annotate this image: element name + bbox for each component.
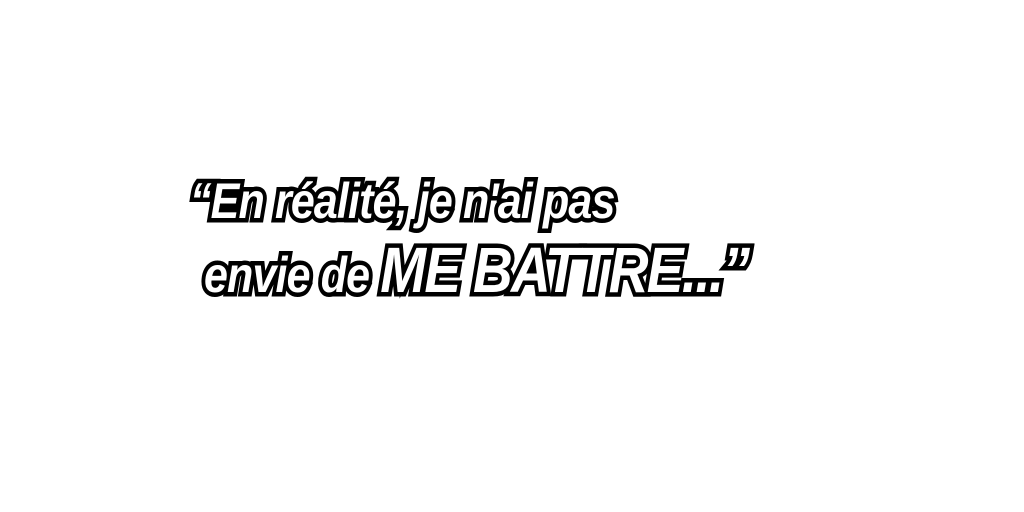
quote-line-2-start: envie de: [200, 246, 381, 305]
quote-line-1: “En réalité, je n'ai pas: [186, 172, 619, 231]
quote-emphasis: ME BATTRE...”: [376, 234, 753, 307]
quote-line-2: envie de ME BATTRE...”: [200, 234, 754, 307]
canvas: “En réalité, je n'ai pas envie de ME BAT…: [0, 0, 1024, 512]
speech-quote: “En réalité, je n'ai pas envie de ME BAT…: [186, 172, 837, 307]
